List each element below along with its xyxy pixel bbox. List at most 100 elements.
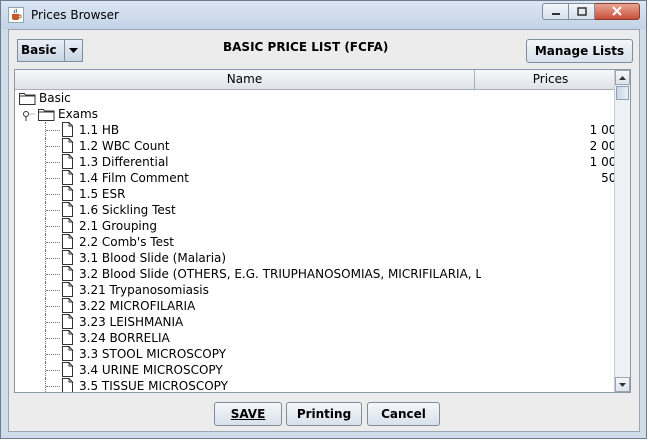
cancel-button[interactable]: Cancel [367,402,440,426]
table-header: Name Prices [15,70,626,90]
prices-browser-window: Prices Browser Basic BASIC PRICE LIST (F… [0,0,647,439]
tree-guide-line [46,386,60,387]
column-header-prices[interactable]: Prices [475,70,626,89]
tree-group-row[interactable]: Exams [15,106,626,122]
document-icon [62,298,73,313]
table-row[interactable]: 1.1 HB 1 000 [15,122,626,138]
document-icon [62,314,73,329]
row-name: 1.6 Sickling Test [79,203,176,217]
folder-icon [38,108,55,121]
save-button[interactable]: SAVE [214,402,282,426]
close-icon [612,5,622,19]
tree-guide-line [46,290,60,291]
row-name: 3.5 TISSUE MICROSCOPY [79,379,228,392]
tree-guide-line [46,178,60,179]
tree-guide-line [46,210,60,211]
scroll-thumb[interactable] [616,86,629,100]
row-name: 3.23 LEISHMANIA [79,315,184,329]
row-name: 2.1 Grouping [79,219,157,233]
document-icon [62,186,73,201]
tree-guide-line [46,242,60,243]
tree-guide-line [46,354,60,355]
scroll-up-button[interactable] [615,70,630,85]
document-icon [62,122,73,137]
tree-guide-line [46,370,60,371]
column-header-name[interactable]: Name [15,70,475,89]
table-row[interactable]: 1.3 Differential 1 000 [15,154,626,170]
tree-guide-line [46,226,60,227]
chevron-down-icon[interactable] [64,40,82,61]
table-row[interactable]: 3.23 LEISHMANIA0 [15,314,626,330]
close-button[interactable] [595,3,640,20]
table-row[interactable]: 1.4 Film Comment 500 [15,170,626,186]
row-name: 3.21 Trypanosomiasis [79,283,209,297]
document-icon [62,154,73,169]
tree-group-label: Exams [58,107,98,121]
tree-guide-line [46,322,60,323]
tree-guide-line [46,274,60,275]
price-list-select-value: Basic [21,43,57,57]
table-row[interactable]: 3.3 STOOL MICROSCOPY0 [15,346,626,362]
tree-guide-line [46,162,60,163]
table-row[interactable]: 3.1 Blood Slide (Malaria)0 [15,250,626,266]
folder-icon [19,92,36,105]
row-name: 1.5 ESR [79,187,126,201]
row-name: 3.1 Blood Slide (Malaria) [79,251,227,265]
row-name: 3.3 STOOL MICROSCOPY [79,347,227,361]
row-name: 1.4 Film Comment [79,171,189,185]
table-row[interactable]: 1.5 ESR0 [15,186,626,202]
save-button-label: SAVE [230,407,266,421]
maximize-icon [576,5,587,19]
table-row[interactable]: 2.2 Comb's Test0 [15,234,626,250]
document-icon [62,170,73,185]
tree-rows: Basic Exams 1.1 HB 1 000 1.2 WBC Count 2 00… [15,90,626,392]
window-title: Prices Browser [31,8,119,22]
table-row[interactable]: 3.22 MICROFILARIA0 [15,298,626,314]
tree-guide-line [46,130,60,131]
price-list-title: BASIC PRICE LIST (FCFA) [223,40,389,54]
document-icon [62,250,73,265]
vertical-scrollbar[interactable] [614,70,630,392]
tree-guide-line [45,378,46,392]
table-row[interactable]: 2.1 Grouping0 [15,218,626,234]
tree-root-label: Basic [39,91,71,105]
table-row[interactable]: 1.6 Sickling Test0 [15,202,626,218]
table-row[interactable]: 1.2 WBC Count 2 000 [15,138,626,154]
minimize-icon [551,5,561,19]
price-list-select[interactable]: Basic [17,39,83,62]
row-name: 1.3 Differential [79,155,169,169]
document-icon [62,138,73,153]
content-panel: Basic BASIC PRICE LIST (FCFA) Manage Lis… [8,29,640,432]
table-row[interactable]: 3.5 TISSUE MICROSCOPY0 [15,378,626,392]
dialog-buttons: SAVE Printing Cancel [9,402,639,428]
cancel-button-label: Cancel [381,407,426,421]
tree-guide-line [46,258,60,259]
document-icon [62,330,73,345]
tree-guide-line [46,146,60,147]
row-name: 2.2 Comb's Test [79,235,174,249]
printing-button-label: Printing [296,407,352,421]
document-icon [62,346,73,361]
title-bar[interactable]: Prices Browser [1,1,646,29]
document-icon [62,266,73,281]
printing-button[interactable]: Printing [286,402,362,426]
table-row[interactable]: 3.21 Trypanosomiasis0 [15,282,626,298]
row-name: 3.22 MICROFILARIA [79,299,196,313]
tree-guide-line [46,194,60,195]
row-name: 1.2 WBC Count [79,139,170,153]
row-name: 1.1 HB [79,123,120,137]
document-icon [62,282,73,297]
table-row[interactable]: 3.24 BORRELIA0 [15,330,626,346]
maximize-button[interactable] [569,3,595,20]
tree-root-row[interactable]: Basic [15,90,626,106]
row-name: 3.4 URINE MICROSCOPY [79,363,223,377]
tree-guide-line [46,306,60,307]
document-icon [62,234,73,249]
minimize-button[interactable] [542,3,569,20]
document-icon [62,218,73,233]
table-row[interactable]: 3.4 URINE MICROSCOPY0 [15,362,626,378]
prices-tree-table: Name Prices Basic Exams 1.1 HB 1 000 1.2… [14,69,631,393]
scroll-down-button[interactable] [615,377,630,392]
manage-lists-button[interactable]: Manage Lists [526,39,633,63]
table-row[interactable]: 3.2 Blood Slide (OTHERS, E.G. TRIUPHANOS… [15,266,626,282]
